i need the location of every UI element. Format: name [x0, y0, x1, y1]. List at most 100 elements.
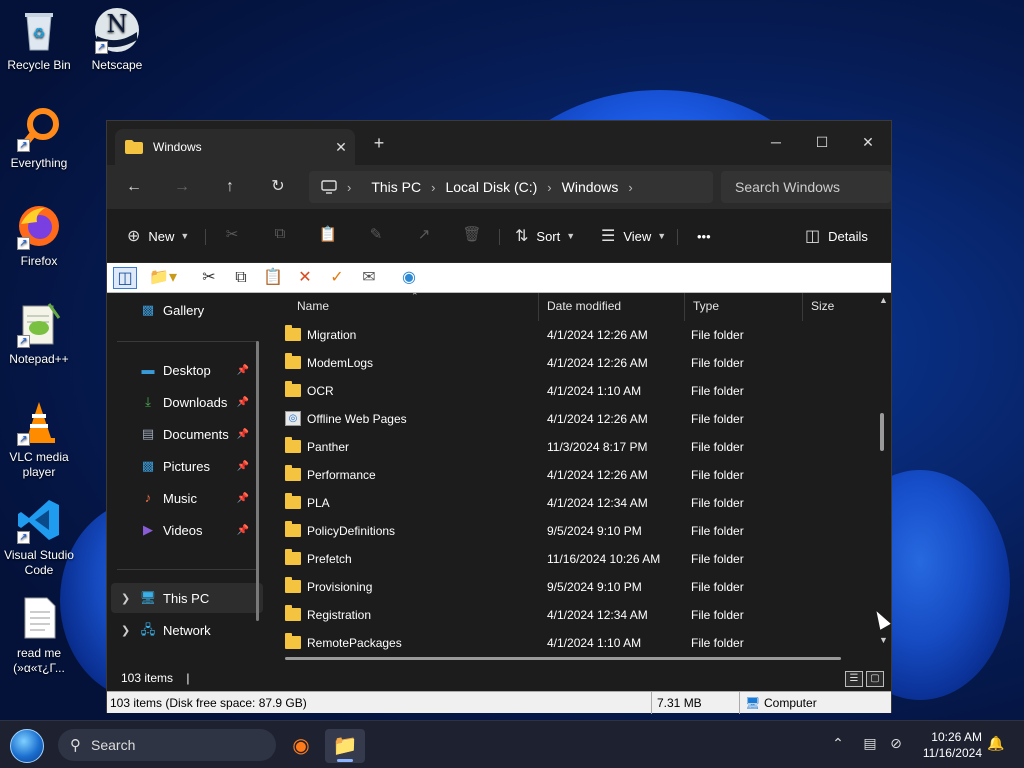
- navigation-pane-toggle-icon[interactable]: ◫: [113, 267, 137, 289]
- table-row[interactable]: RemotePackages 4/1/2024 1:10 AM File folde…: [285, 629, 865, 657]
- forward-button[interactable]: →: [166, 173, 198, 201]
- breadcrumb-local-disk[interactable]: Local Disk (C:): [445, 179, 537, 195]
- title-bar[interactable]: Windows ✕ + ─ ☐ ✕: [107, 121, 891, 165]
- horizontal-scrollbar-thumb[interactable]: [285, 657, 841, 660]
- breadcrumb-windows[interactable]: Windows: [562, 179, 619, 195]
- vertical-scrollbar-thumb[interactable]: [880, 413, 884, 451]
- maximize-button[interactable]: ☐: [799, 127, 845, 157]
- desktop-icon[interactable]: ↗ Firefox: [0, 202, 78, 269]
- display-network-icon[interactable]: ▤: [860, 735, 880, 752]
- share-icon[interactable]: ↗: [412, 225, 436, 247]
- search-input[interactable]: Search Windows: [721, 171, 891, 203]
- navigation-scrollbar[interactable]: [256, 341, 259, 621]
- sidebar-item-pictures[interactable]: ▩ Pictures 📌: [107, 451, 259, 481]
- breadcrumb-this-pc[interactable]: This PC: [371, 179, 421, 195]
- copy-icon[interactable]: ⧉: [268, 225, 292, 247]
- column-header-date-modified[interactable]: Date modified: [539, 293, 685, 321]
- details-view-icon[interactable]: ☰: [845, 671, 863, 687]
- paste-clipboard-icon[interactable]: 📋: [261, 267, 285, 289]
- sidebar-item-music[interactable]: ♪ Music 📌: [107, 483, 259, 513]
- close-button[interactable]: ✕: [845, 127, 891, 157]
- column-header-type[interactable]: Type: [685, 293, 803, 321]
- breadcrumb-chevron-icon[interactable]: ›: [347, 180, 351, 195]
- shell-icon[interactable]: ◉: [397, 267, 421, 289]
- taskbar-search[interactable]: ⚲ Search: [58, 729, 276, 761]
- close-tab-icon[interactable]: ✕: [327, 139, 355, 156]
- sidebar-item-desktop[interactable]: ▬ Desktop 📌: [107, 355, 259, 385]
- properties-card-icon[interactable]: ✉: [357, 267, 381, 289]
- table-row[interactable]: OCR 4/1/2024 1:10 AM File folder: [285, 377, 865, 405]
- file-type: File folder: [691, 412, 744, 426]
- tab-windows[interactable]: Windows ✕: [115, 129, 355, 165]
- pin-icon[interactable]: 📌: [237, 461, 249, 472]
- table-row[interactable]: Registration 4/1/2024 12:34 AM File folder: [285, 601, 865, 629]
- delete-icon[interactable]: 🗑: [460, 225, 484, 247]
- pin-icon[interactable]: 📌: [237, 493, 249, 504]
- tiles-view-icon[interactable]: ▢: [866, 671, 884, 687]
- back-button[interactable]: ←: [118, 173, 150, 201]
- pin-icon[interactable]: 📌: [237, 365, 249, 376]
- desktop-icon[interactable]: ↗ Notepad++: [0, 300, 78, 367]
- new-button[interactable]: ⊕ New ▼: [127, 223, 189, 249]
- table-row[interactable]: PLA 4/1/2024 12:34 AM File folder: [285, 489, 865, 517]
- scroll-up-arrow-icon[interactable]: ▲: [879, 295, 888, 305]
- scroll-down-arrow-icon[interactable]: ▼: [879, 635, 888, 645]
- minimize-button[interactable]: ─: [753, 127, 799, 157]
- desktop-icon[interactable]: ↗ Visual Studio Code: [0, 496, 78, 578]
- table-row[interactable]: Panther 11/3/2024 8:17 PM File folder: [285, 433, 865, 461]
- pin-icon[interactable]: 📌: [237, 525, 249, 536]
- file-type: File folder: [691, 384, 744, 398]
- nav-item-this-pc[interactable]: ❯ 🖥 This PC: [111, 583, 263, 613]
- taskbar-clock[interactable]: 10:26 AM 11/16/2024: [910, 729, 982, 761]
- desktop-icon[interactable]: ♻ Recycle Bin: [0, 6, 78, 73]
- details-pane-button[interactable]: ◫ Details: [805, 223, 868, 249]
- nav-item-network[interactable]: ❯ 🖧 Network: [111, 615, 263, 645]
- chevron-right-icon[interactable]: ❯: [121, 624, 130, 637]
- sidebar-item-documents[interactable]: ▤ Documents 📌: [107, 419, 259, 449]
- up-button[interactable]: ↑: [214, 173, 246, 201]
- table-row[interactable]: ◎ Offline Web Pages 4/1/2024 12:26 AM File …: [285, 405, 865, 433]
- table-row[interactable]: Performance 4/1/2024 12:26 AM File folder: [285, 461, 865, 489]
- table-row[interactable]: Provisioning 9/5/2024 9:10 PM File folder: [285, 573, 865, 601]
- table-row[interactable]: ModemLogs 4/1/2024 12:26 AM File folder: [285, 349, 865, 377]
- view-button[interactable]: ☰ View ▼: [601, 223, 666, 249]
- rename-icon[interactable]: ✎: [364, 225, 388, 247]
- table-row[interactable]: PolicyDefinitions 9/5/2024 9:10 PM File fo…: [285, 517, 865, 545]
- taskbar-firefox-icon[interactable]: ◉: [281, 729, 321, 763]
- pin-icon[interactable]: 📌: [237, 397, 249, 408]
- copy-pages-icon[interactable]: ⧉: [229, 267, 253, 289]
- desktop-icon[interactable]: read me (»α«τ¿Γ...: [0, 594, 78, 676]
- taskbar-file-explorer-icon[interactable]: 📁: [325, 729, 365, 763]
- breadcrumb-chevron-icon[interactable]: ›: [547, 180, 551, 195]
- sidebar-item-downloads[interactable]: ⤓ Downloads 📌: [107, 387, 259, 417]
- desktop-icon[interactable]: ↗ Everything: [0, 104, 78, 171]
- paste-icon[interactable]: 📋: [316, 225, 340, 247]
- select-folder-icon[interactable]: 📁▾: [147, 267, 179, 289]
- sort-button[interactable]: ⇅ Sort ▼: [515, 223, 575, 249]
- table-row[interactable]: Migration 4/1/2024 12:26 AM File folder: [285, 321, 865, 349]
- refresh-button[interactable]: ↻: [262, 173, 294, 201]
- more-options-button[interactable]: •••: [697, 223, 711, 249]
- new-tab-button[interactable]: +: [369, 133, 389, 154]
- notification-bell-icon[interactable]: 🔔: [986, 735, 1006, 752]
- show-hidden-icons-chevron-icon[interactable]: ⌃: [828, 735, 848, 752]
- desktop-icon[interactable]: N ↗ Netscape: [78, 6, 156, 73]
- column-header-name[interactable]: Name: [289, 293, 539, 321]
- address-bar[interactable]: › This PC › Local Disk (C:) › Windows ›: [309, 171, 713, 203]
- volume-muted-icon[interactable]: ⊘: [886, 735, 906, 752]
- nav-item-gallery[interactable]: ▩ Gallery: [107, 295, 259, 325]
- sidebar-item-videos[interactable]: ▶ Videos 📌: [107, 515, 259, 545]
- cut-scissors-icon[interactable]: ✂: [197, 267, 221, 289]
- column-header-size[interactable]: Size: [803, 293, 875, 321]
- cut-icon[interactable]: ✂: [220, 225, 244, 247]
- start-button[interactable]: [10, 729, 44, 763]
- breadcrumb-chevron-icon[interactable]: ›: [431, 180, 435, 195]
- pin-icon[interactable]: 📌: [237, 429, 249, 440]
- breadcrumb-chevron-icon[interactable]: ›: [628, 180, 632, 195]
- desktop-icon[interactable]: ↗ VLC media player: [0, 398, 78, 480]
- chevron-right-icon[interactable]: ❯: [121, 592, 130, 605]
- table-row[interactable]: Prefetch 11/16/2024 10:26 AM File folder: [285, 545, 865, 573]
- checkmark-icon[interactable]: ✓: [325, 267, 349, 289]
- delete-x-icon[interactable]: ✕: [293, 267, 317, 289]
- pictures-icon: ▩: [141, 458, 155, 473]
